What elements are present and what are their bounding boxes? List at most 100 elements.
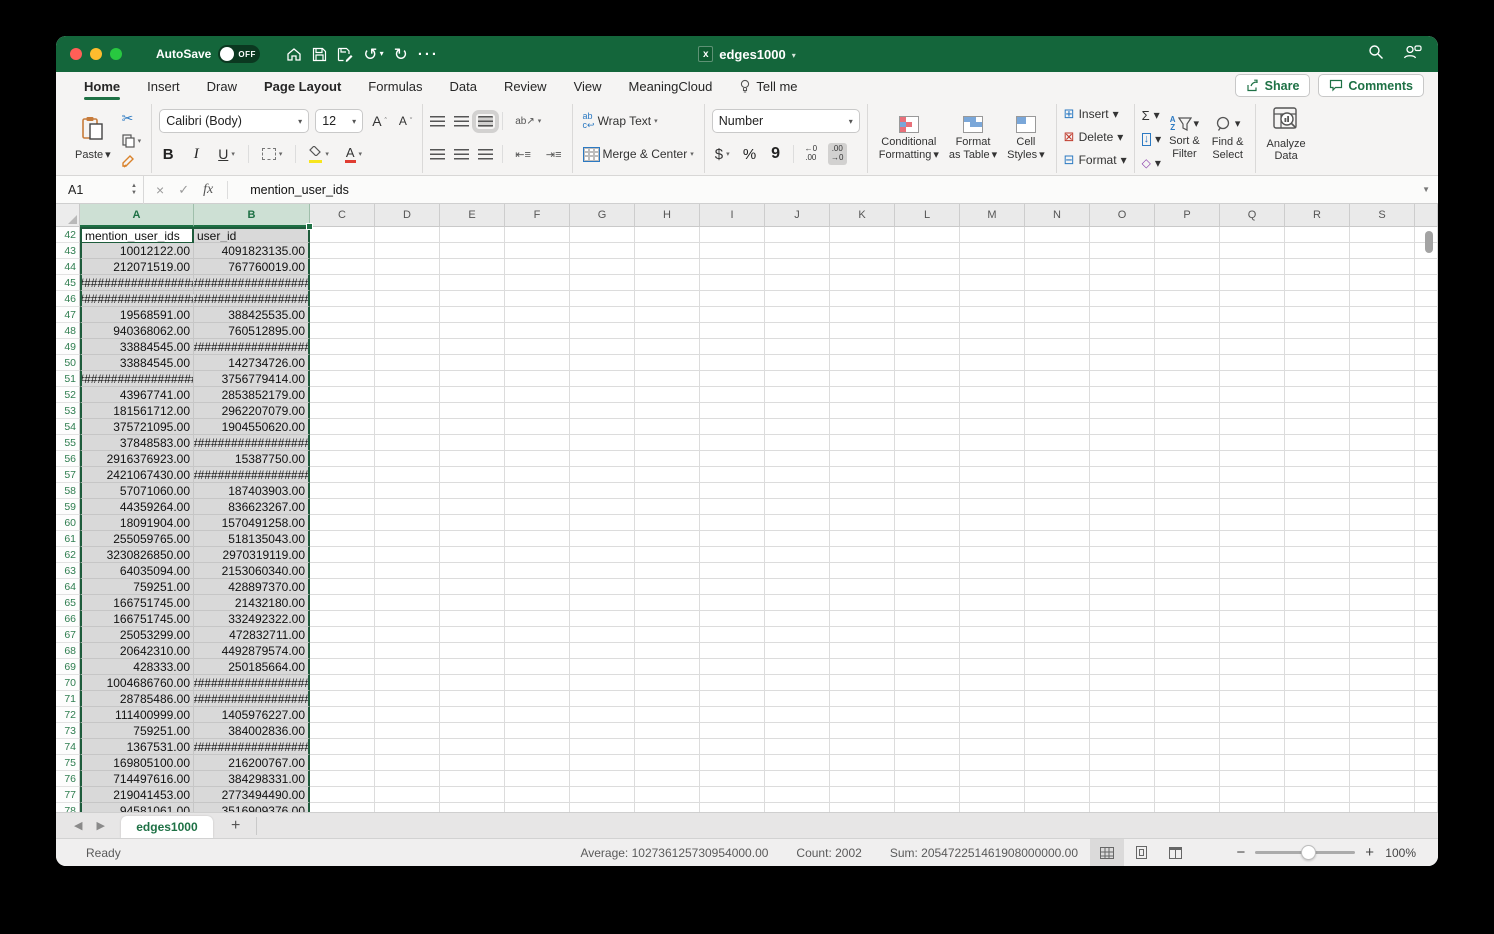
cell-J71[interactable] — [765, 691, 830, 707]
cell-S54[interactable] — [1350, 419, 1415, 435]
cell-I59[interactable] — [700, 499, 765, 515]
cell-partial[interactable] — [1415, 291, 1438, 307]
cell-E59[interactable] — [440, 499, 505, 515]
cell-O73[interactable] — [1090, 723, 1155, 739]
row-header-42[interactable]: 42 — [56, 227, 80, 243]
cell-E50[interactable] — [440, 355, 505, 371]
row-header-52[interactable]: 52 — [56, 387, 80, 403]
cell-F72[interactable] — [505, 707, 570, 723]
share-button[interactable]: Share — [1234, 74, 1311, 97]
cell-Q72[interactable] — [1220, 707, 1285, 723]
cell-K54[interactable] — [830, 419, 895, 435]
cell-Q67[interactable] — [1220, 627, 1285, 643]
cell-R45[interactable] — [1285, 275, 1350, 291]
cell-C70[interactable] — [310, 675, 375, 691]
cell-B57[interactable]: ################## — [194, 467, 310, 483]
cell-E65[interactable] — [440, 595, 505, 611]
shrink-font-button[interactable]: Aˇ — [396, 112, 415, 130]
cell-F76[interactable] — [505, 771, 570, 787]
cell-F65[interactable] — [505, 595, 570, 611]
cell-L58[interactable] — [895, 483, 960, 499]
find-select-button[interactable]: ▾ Find & Select — [1208, 115, 1248, 162]
cell-D65[interactable] — [375, 595, 440, 611]
cell-E48[interactable] — [440, 323, 505, 339]
cell-S53[interactable] — [1350, 403, 1415, 419]
cell-K62[interactable] — [830, 547, 895, 563]
cell-C66[interactable] — [310, 611, 375, 627]
cell-I77[interactable] — [700, 787, 765, 803]
cell-B62[interactable]: 2970319119.00 — [194, 547, 310, 563]
column-header-F[interactable]: F — [505, 204, 570, 227]
tab-view[interactable]: View — [574, 72, 602, 100]
cell-G70[interactable] — [570, 675, 635, 691]
cell-D46[interactable] — [375, 291, 440, 307]
cell-L48[interactable] — [895, 323, 960, 339]
cell-G68[interactable] — [570, 643, 635, 659]
cell-N71[interactable] — [1025, 691, 1090, 707]
cell-D43[interactable] — [375, 243, 440, 259]
cell-L73[interactable] — [895, 723, 960, 739]
cell-D62[interactable] — [375, 547, 440, 563]
cell-D55[interactable] — [375, 435, 440, 451]
row-header-61[interactable]: 61 — [56, 531, 80, 547]
cell-K47[interactable] — [830, 307, 895, 323]
row-header-69[interactable]: 69 — [56, 659, 80, 675]
cell-A69[interactable]: 428333.00 — [80, 659, 194, 675]
cell-Q49[interactable] — [1220, 339, 1285, 355]
cell-A71[interactable]: 28785486.00 — [80, 691, 194, 707]
cell-M76[interactable] — [960, 771, 1025, 787]
cell-O75[interactable] — [1090, 755, 1155, 771]
column-header-C[interactable]: C — [310, 204, 375, 227]
cell-L75[interactable] — [895, 755, 960, 771]
cell-S61[interactable] — [1350, 531, 1415, 547]
cell-F70[interactable] — [505, 675, 570, 691]
cell-P71[interactable] — [1155, 691, 1220, 707]
cell-J74[interactable] — [765, 739, 830, 755]
cell-C62[interactable] — [310, 547, 375, 563]
cell-C78[interactable] — [310, 803, 375, 812]
cell-F51[interactable] — [505, 371, 570, 387]
cell-R62[interactable] — [1285, 547, 1350, 563]
cell-L76[interactable] — [895, 771, 960, 787]
cell-partial[interactable] — [1415, 563, 1438, 579]
cell-A62[interactable]: 3230826850.00 — [80, 547, 194, 563]
cell-B48[interactable]: 760512895.00 — [194, 323, 310, 339]
cell-B49[interactable]: ################## — [194, 339, 310, 355]
cell-N49[interactable] — [1025, 339, 1090, 355]
cell-D78[interactable] — [375, 803, 440, 812]
cell-Q69[interactable] — [1220, 659, 1285, 675]
cell-B50[interactable]: 142734726.00 — [194, 355, 310, 371]
decrease-indent-button[interactable]: ⇤≡ — [512, 146, 534, 163]
cell-P58[interactable] — [1155, 483, 1220, 499]
cell-C48[interactable] — [310, 323, 375, 339]
cell-partial[interactable] — [1415, 611, 1438, 627]
cell-I53[interactable] — [700, 403, 765, 419]
cell-Q64[interactable] — [1220, 579, 1285, 595]
cell-D74[interactable] — [375, 739, 440, 755]
cell-F44[interactable] — [505, 259, 570, 275]
cell-K64[interactable] — [830, 579, 895, 595]
cell-E53[interactable] — [440, 403, 505, 419]
cell-M68[interactable] — [960, 643, 1025, 659]
format-cells-button[interactable]: ⊟ Format ▾ — [1064, 152, 1127, 168]
cell-P45[interactable] — [1155, 275, 1220, 291]
cell-Q71[interactable] — [1220, 691, 1285, 707]
cell-G52[interactable] — [570, 387, 635, 403]
cell-L70[interactable] — [895, 675, 960, 691]
cell-G46[interactable] — [570, 291, 635, 307]
cell-J48[interactable] — [765, 323, 830, 339]
cell-J70[interactable] — [765, 675, 830, 691]
cell-partial[interactable] — [1415, 259, 1438, 275]
cell-R58[interactable] — [1285, 483, 1350, 499]
cell-A76[interactable]: 714497616.00 — [80, 771, 194, 787]
cell-P60[interactable] — [1155, 515, 1220, 531]
cell-D70[interactable] — [375, 675, 440, 691]
cell-I49[interactable] — [700, 339, 765, 355]
cell-C60[interactable] — [310, 515, 375, 531]
row-header-62[interactable]: 62 — [56, 547, 80, 563]
cell-C71[interactable] — [310, 691, 375, 707]
cell-M73[interactable] — [960, 723, 1025, 739]
row-header-77[interactable]: 77 — [56, 787, 80, 803]
cell-O55[interactable] — [1090, 435, 1155, 451]
cell-G58[interactable] — [570, 483, 635, 499]
